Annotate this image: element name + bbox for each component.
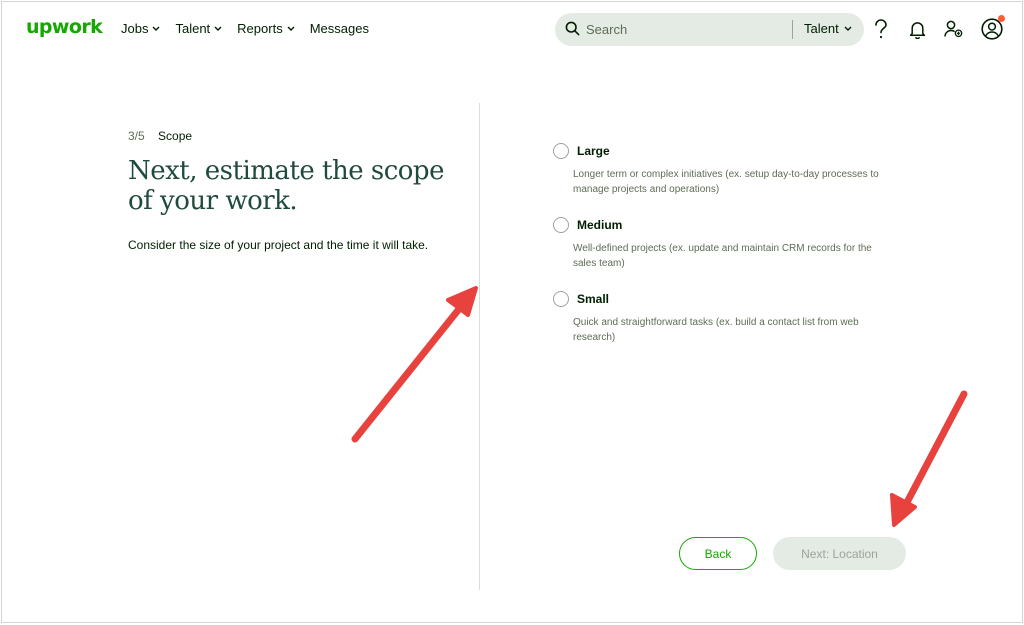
scope-option-medium[interactable]: Medium Well-defined projects (ex. update…: [553, 217, 893, 277]
invite-user-icon[interactable]: [944, 20, 963, 38]
nav-talent-label: Talent: [175, 21, 211, 36]
next-location-button[interactable]: Next: Location: [773, 537, 906, 570]
nav-messages[interactable]: Messages: [310, 21, 369, 36]
panel-divider: [479, 103, 480, 590]
step-name: Scope: [158, 129, 193, 143]
bell-icon[interactable]: [909, 20, 926, 39]
radio-medium[interactable]: [553, 217, 569, 233]
search-icon[interactable]: [565, 21, 580, 36]
option-description: Quick and straightforward tasks (ex. bui…: [573, 317, 859, 343]
page-subtitle: Consider the size of your project and th…: [128, 238, 429, 252]
chevron-down-icon: [287, 26, 295, 31]
search-scope-label: Talent: [804, 21, 839, 36]
main-nav: Jobs Talent Reports Messages: [121, 21, 384, 36]
back-button[interactable]: Back: [679, 537, 757, 570]
nav-jobs-label: Jobs: [121, 21, 149, 36]
radio-large[interactable]: [553, 143, 569, 159]
nav-talent[interactable]: Talent: [175, 21, 222, 36]
notification-dot: [998, 15, 1005, 22]
scope-option-large[interactable]: Large Longer term or complex initiatives…: [553, 143, 893, 203]
radio-small[interactable]: [553, 291, 569, 307]
scope-option-small[interactable]: Small Quick and straightforward tasks (e…: [553, 291, 893, 351]
annotation-arrow-left: [351, 286, 478, 443]
page-title: Next, estimate the scope of your work.: [128, 156, 444, 216]
chevron-down-icon: [844, 26, 852, 31]
step-count: 3/5: [128, 129, 145, 143]
nav-messages-label: Messages: [309, 21, 369, 36]
step-indicator: 3/5 Scope: [128, 129, 192, 143]
search-input[interactable]: [586, 19, 776, 39]
option-description: Longer term or complex initiatives (ex. …: [573, 169, 879, 195]
nav-reports[interactable]: Reports: [237, 21, 295, 36]
nav-jobs[interactable]: Jobs: [121, 21, 160, 36]
option-label: Small: [577, 292, 610, 306]
nav-reports-label: Reports: [237, 21, 283, 36]
chevron-down-icon: [152, 26, 160, 31]
search-bar: Talent: [555, 13, 864, 46]
search-scope-dropdown[interactable]: Talent: [804, 21, 852, 36]
help-icon[interactable]: [873, 19, 889, 39]
search-divider: [792, 20, 793, 39]
chevron-down-icon: [214, 26, 222, 31]
option-label: Large: [577, 144, 610, 158]
top-header: upwork Jobs Talent Reports Messages Sear…: [2, 2, 1024, 56]
option-description: Well-defined projects (ex. update and ma…: [573, 243, 872, 269]
annotation-arrow-right: [890, 390, 968, 527]
upwork-logo[interactable]: upwork: [26, 16, 103, 38]
option-label: Medium: [577, 218, 623, 232]
app-window: upwork Jobs Talent Reports Messages Sear…: [1, 1, 1023, 623]
